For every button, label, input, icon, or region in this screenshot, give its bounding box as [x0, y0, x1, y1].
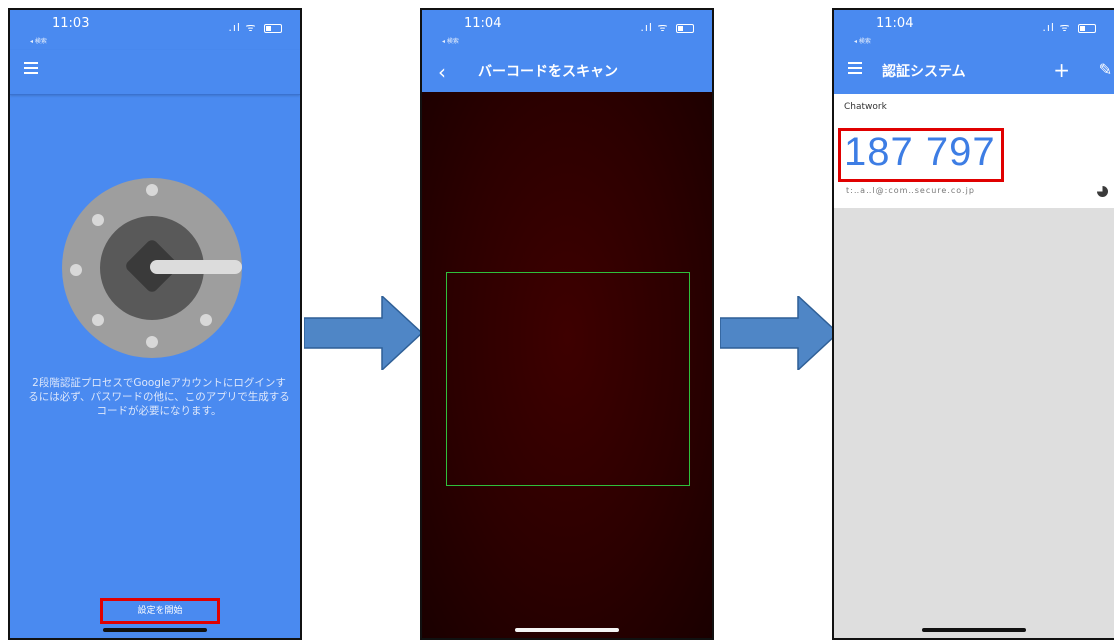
battery-icon [676, 23, 694, 33]
status-back-link[interactable]: ◂ 検索 [854, 36, 871, 45]
status-bar: 11:04 ◂ 検索 .ıl ᯤ [422, 10, 712, 50]
status-time: 11:04 [876, 16, 914, 31]
phone-screen-scan: 11:04 ◂ 検索 .ıl ᯤ ‹ バーコードをスキャン [420, 8, 714, 640]
timer-icon [1097, 186, 1108, 197]
app-bar: ‹ バーコードをスキャン [422, 50, 712, 92]
pencil-icon[interactable]: ✎ [1099, 60, 1112, 79]
account-name: Chatwork [844, 102, 887, 112]
status-time: 11:03 [52, 16, 90, 31]
phone-screen-intro: 11:03 ◂ 検索 .ıl ᯤ 2段階認証プロセスでGoogleアカウントにロ… [8, 8, 302, 640]
wifi-icon: ᯤ [657, 21, 669, 34]
menu-icon[interactable] [24, 62, 38, 74]
status-time: 11:04 [464, 16, 502, 31]
right-arrow-icon [304, 296, 422, 370]
home-indicator[interactable] [103, 628, 207, 632]
app-bar: 認証システム + ✎ [834, 50, 1114, 94]
battery-icon [264, 23, 282, 33]
phone-screen-codes: 11:04 ◂ 検索 .ıl ᯤ 認証システム + ✎ Chatwork 187… [832, 8, 1114, 640]
signal-icon: .ıl [228, 21, 241, 34]
intro-description: 2段階認証プロセスでGoogleアカウントにログインするには必ず、パスワードの他… [28, 377, 290, 417]
plus-icon[interactable]: + [1053, 58, 1070, 82]
status-back-link[interactable]: ◂ 検索 [30, 36, 47, 45]
wifi-icon: ᯤ [1059, 21, 1071, 34]
signal-icon: .ıl [640, 21, 653, 34]
home-indicator[interactable] [515, 628, 619, 632]
status-icons: .ıl ᯤ [228, 20, 282, 35]
scan-frame [446, 272, 690, 486]
status-back-link[interactable]: ◂ 検索 [442, 36, 459, 45]
app-bar [10, 50, 300, 95]
right-arrow-icon [720, 296, 838, 370]
home-indicator[interactable] [922, 628, 1026, 632]
back-chevron-icon[interactable]: ‹ [438, 60, 446, 84]
verification-code: 187 797 [844, 130, 996, 174]
status-icons: .ıl ᯤ [640, 20, 694, 35]
account-issuer: t:‥a‥l@:com‥secure.co.jp [846, 186, 975, 195]
start-setup-button[interactable]: 設定を開始 [100, 598, 220, 624]
status-icons: .ıl ᯤ [1042, 20, 1096, 35]
battery-icon [1078, 23, 1096, 33]
page-title: バーコードをスキャン [478, 64, 618, 80]
page-title: 認証システム [882, 64, 966, 80]
signal-icon: .ıl [1042, 21, 1055, 34]
status-bar: 11:03 ◂ 検索 .ıl ᯤ [10, 10, 300, 50]
menu-icon[interactable] [848, 62, 862, 74]
wifi-icon: ᯤ [245, 21, 257, 34]
status-bar: 11:04 ◂ 検索 .ıl ᯤ [834, 10, 1114, 50]
